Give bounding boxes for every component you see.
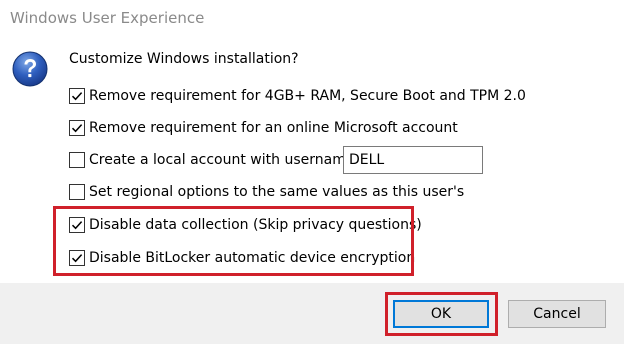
option-disable-data-collection[interactable]: Disable data collection (Skip privacy qu… — [69, 216, 422, 234]
checkbox-checked[interactable] — [69, 120, 85, 136]
ok-button[interactable]: OK — [393, 300, 489, 328]
option-label: Remove requirement for an online Microso… — [89, 120, 458, 136]
checkbox-unchecked[interactable] — [69, 152, 85, 168]
option-label: Remove requirement for 4GB+ RAM, Secure … — [89, 88, 526, 104]
option-label: Create a local account with username: — [89, 152, 360, 168]
checkbox-unchecked[interactable] — [69, 184, 85, 200]
cancel-button[interactable]: Cancel — [508, 300, 606, 328]
window-title: Windows User Experience — [10, 9, 205, 27]
option-remove-hardware-requirements[interactable]: Remove requirement for 4GB+ RAM, Secure … — [69, 87, 526, 105]
option-disable-bitlocker[interactable]: Disable BitLocker automatic device encry… — [69, 249, 415, 267]
dialog-window: Windows User Experience Customize Window… — [0, 0, 624, 344]
option-label: Set regional options to the same values … — [89, 184, 465, 200]
checkbox-checked[interactable] — [69, 88, 85, 104]
checkbox-checked[interactable] — [69, 217, 85, 233]
dialog-heading: Customize Windows installation? — [69, 51, 299, 67]
option-label: Disable BitLocker automatic device encry… — [89, 250, 416, 266]
checkbox-checked[interactable] — [69, 250, 85, 266]
option-create-local-account[interactable]: Create a local account with username: — [69, 151, 359, 169]
username-input[interactable] — [343, 146, 483, 174]
option-regional-settings[interactable]: Set regional options to the same values … — [69, 183, 464, 201]
question-icon — [12, 51, 48, 87]
option-label: Disable data collection (Skip privacy qu… — [89, 217, 422, 233]
option-remove-online-account[interactable]: Remove requirement for an online Microso… — [69, 119, 458, 137]
